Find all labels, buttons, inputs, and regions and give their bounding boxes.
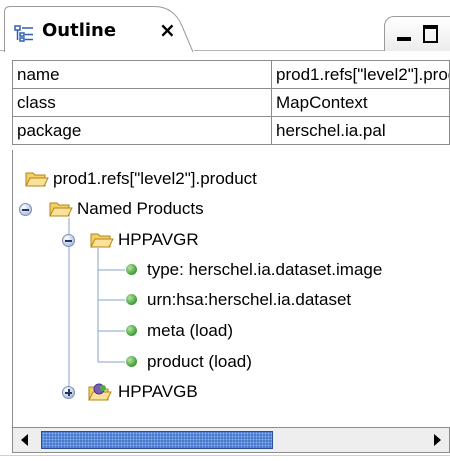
product-folder-icon (88, 383, 112, 401)
tab-title: Outline (42, 20, 117, 41)
view-tab-bar: Outline × (0, 0, 450, 52)
close-icon[interactable]: × (159, 18, 176, 42)
tree-node-label: product (load) (147, 352, 252, 371)
panel-bottom-border (0, 455, 450, 456)
table-row[interactable]: name prod1.refs["level2"].product (12, 60, 450, 89)
scroll-left-button[interactable] (14, 429, 36, 451)
maximize-icon[interactable] (423, 25, 438, 43)
scrollbar-thumb[interactable] (41, 431, 273, 449)
collapse-icon[interactable] (62, 234, 75, 247)
collapse-icon[interactable] (19, 203, 32, 216)
property-value: prod1.refs["level2"].product (271, 60, 450, 89)
green-dot-icon (126, 356, 137, 367)
property-name: package (12, 116, 272, 145)
property-name: class (12, 88, 272, 117)
view-controls (384, 16, 450, 51)
green-dot-icon (126, 325, 137, 336)
folder-open-icon (49, 202, 73, 217)
green-dot-icon (126, 294, 137, 305)
scroll-right-button[interactable] (426, 429, 448, 451)
tree-node-label: prod1.refs["level2"].product (53, 169, 257, 188)
property-value: herschel.ia.pal (271, 116, 450, 145)
green-dot-icon (126, 264, 137, 275)
arrow-left-icon (21, 434, 28, 446)
property-name: name (12, 60, 272, 89)
expand-icon[interactable] (62, 386, 75, 399)
property-value: MapContext (271, 88, 450, 117)
horizontal-scrollbar[interactable] (12, 427, 450, 453)
table-row[interactable]: package herschel.ia.pal (12, 116, 450, 145)
table-row[interactable]: class MapContext (12, 88, 450, 117)
outline-tree: prod1.refs["level2"].product Named Produ… (12, 150, 450, 427)
arrow-right-icon (434, 434, 441, 446)
tree-node-label: type: herschel.ia.dataset.image (147, 260, 383, 279)
folder-open-icon (25, 172, 49, 187)
tree-node-label: meta (load) (147, 321, 233, 340)
tree-node-label: HPPAVGR (118, 230, 199, 249)
tree-node-label: HPPAVGB (118, 382, 198, 401)
property-table: name prod1.refs["level2"].product class … (12, 60, 450, 145)
tab-outline[interactable]: Outline × (4, 6, 194, 52)
tree-node-label: Named Products (77, 199, 204, 218)
outline-icon (14, 24, 34, 49)
minimize-icon[interactable] (397, 37, 411, 41)
folder-open-icon (90, 233, 114, 248)
tree-node-label: urn:hsa:herschel.ia.dataset (147, 290, 352, 309)
